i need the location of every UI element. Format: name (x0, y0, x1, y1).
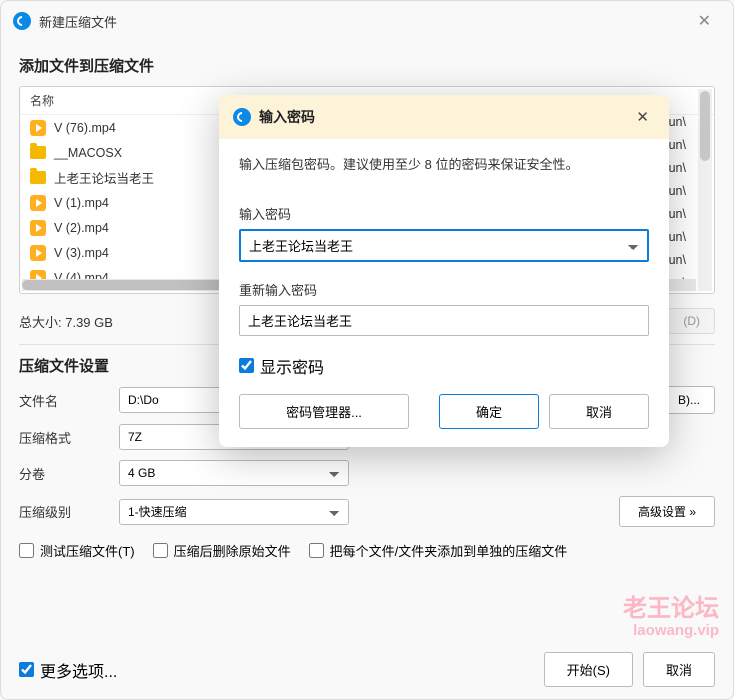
split-label: 分卷 (19, 464, 119, 483)
video-icon (30, 195, 46, 211)
test-archive-checkbox[interactable]: 测试压缩文件(T) (19, 541, 135, 560)
password-input[interactable] (239, 229, 649, 262)
close-icon[interactable]: ✕ (688, 7, 721, 35)
file-name: V (76).mp4 (54, 121, 116, 135)
video-icon (30, 120, 46, 136)
dialog-title: 输入密码 (259, 107, 315, 127)
watermark: 老王论坛 laowang.vip (623, 596, 719, 639)
start-button[interactable]: 开始(S) (544, 652, 633, 687)
ok-button[interactable]: 确定 (439, 394, 539, 429)
video-icon (30, 220, 46, 236)
split-select[interactable]: 4 GB (119, 460, 349, 486)
separate-archives-checkbox[interactable]: 把每个文件/文件夹添加到单独的压缩文件 (309, 541, 568, 560)
format-label: 压缩格式 (19, 428, 119, 447)
file-name: V (1).mp4 (54, 196, 109, 210)
level-label: 压缩级别 (19, 502, 119, 521)
confirm-password-input[interactable] (239, 305, 649, 336)
folder-icon (30, 171, 46, 184)
file-name: __MACOSX (54, 146, 122, 160)
password-manager-button[interactable]: 密码管理器... (239, 394, 409, 429)
file-name: 上老王论坛当老王 (54, 168, 154, 187)
password-dialog: 输入密码 ✕ 输入压缩包密码。建议使用至少 8 位的密码来保证安全性。 输入密码… (219, 95, 669, 447)
confirm-password-label: 重新输入密码 (239, 280, 649, 299)
dialog-body: 输入压缩包密码。建议使用至少 8 位的密码来保证安全性。 输入密码 重新输入密码… (219, 139, 669, 447)
file-name: V (3).mp4 (54, 246, 109, 260)
dialog-message: 输入压缩包密码。建议使用至少 8 位的密码来保证安全性。 (239, 155, 649, 176)
total-size-label: 总大小: 7.39 GB (19, 312, 113, 331)
dialog-close-icon[interactable]: ✕ (630, 104, 655, 130)
footer: 更多选项... 开始(S) 取消 (19, 652, 715, 687)
titlebar: 新建压缩文件 ✕ (1, 1, 733, 41)
dialog-titlebar: 输入密码 ✕ (219, 95, 669, 139)
delete-original-checkbox[interactable]: 压缩后删除原始文件 (153, 541, 291, 560)
level-select[interactable]: 1-快速压缩 (119, 499, 349, 525)
filename-label: 文件名 (19, 391, 119, 410)
app-icon (13, 12, 31, 30)
window-title: 新建压缩文件 (39, 12, 117, 31)
add-files-heading: 添加文件到压缩文件 (19, 55, 715, 76)
advanced-button[interactable]: 高级设置 » (619, 496, 715, 527)
password-label: 输入密码 (239, 204, 649, 223)
vertical-scrollbar[interactable] (698, 89, 712, 291)
file-name: V (2).mp4 (54, 221, 109, 235)
show-password-checkbox[interactable]: 显示密码 (239, 354, 649, 378)
dialog-app-icon (233, 108, 251, 126)
video-icon (30, 245, 46, 261)
more-options-checkbox[interactable]: 更多选项... (19, 658, 117, 682)
cancel-button[interactable]: 取消 (643, 652, 715, 687)
folder-icon (30, 146, 46, 159)
remove-button[interactable]: (D) (668, 308, 715, 334)
browse-button[interactable]: B)... (663, 386, 715, 414)
main-window: 新建压缩文件 ✕ 添加文件到压缩文件 名称 V (76).mp4__MACOSX… (0, 0, 734, 700)
dialog-cancel-button[interactable]: 取消 (549, 394, 649, 429)
